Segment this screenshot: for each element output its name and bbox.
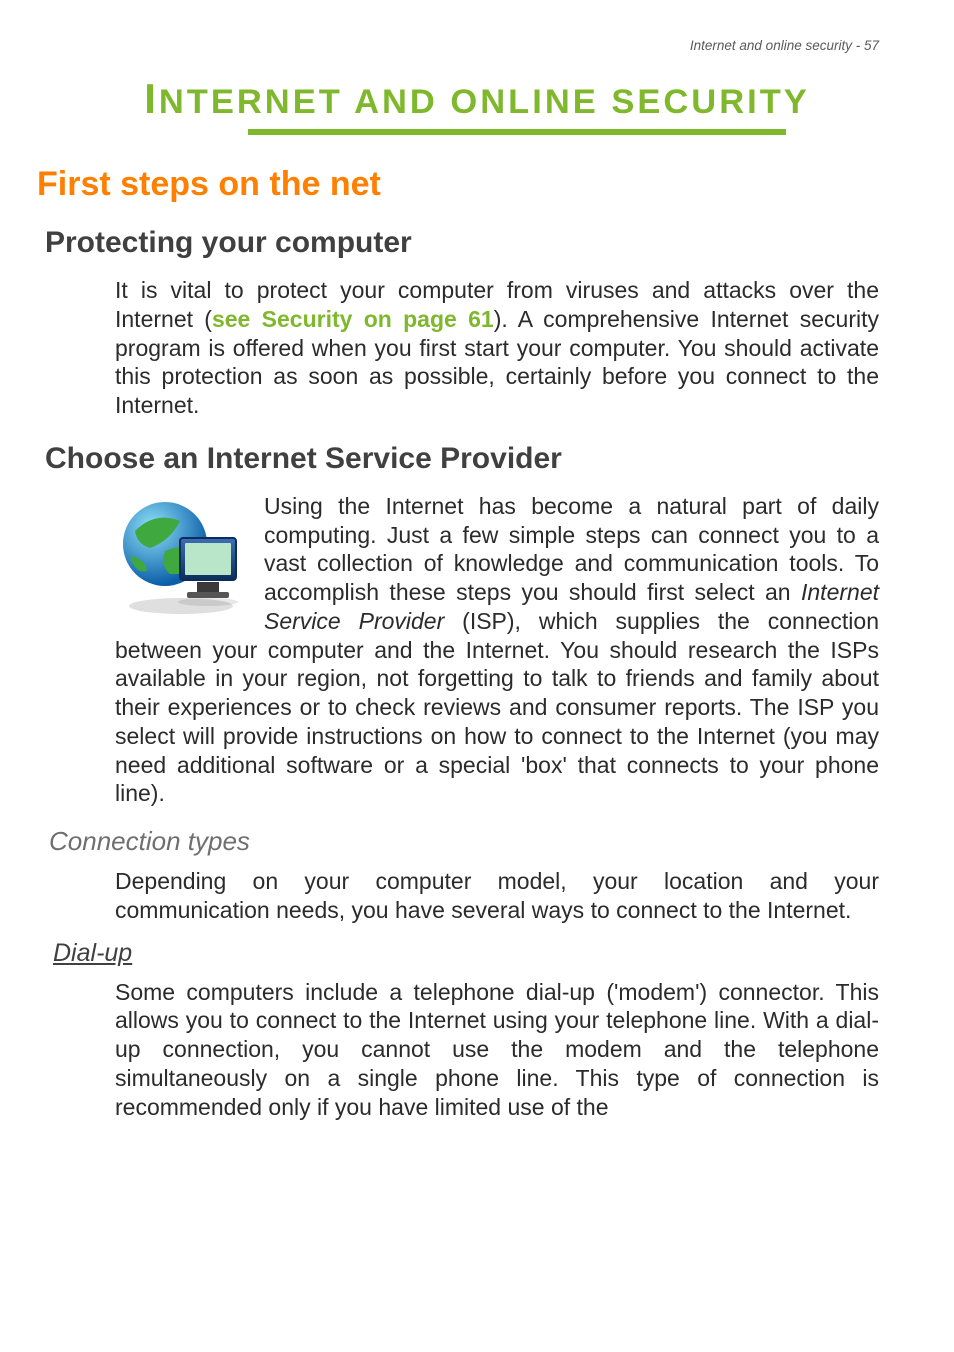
link-see-security[interactable]: see Security on page 61 <box>212 306 494 332</box>
paragraph-connection-types: Depending on your computer model, your l… <box>115 867 879 925</box>
paragraph-protecting: It is vital to protect your computer fro… <box>115 276 879 420</box>
heading-connection-types: Connection types <box>49 826 879 857</box>
running-header: Internet and online security - 57 <box>75 38 879 53</box>
chapter-title-initial: I <box>144 75 159 122</box>
heading-choose-isp: Choose an Internet Service Provider <box>45 442 879 476</box>
chapter-title: INTERNET AND ONLINE SECURITY <box>75 75 879 123</box>
text: Using the Internet has become a natural … <box>264 493 879 605</box>
paragraph-dialup: Some computers include a telephone dial-… <box>115 978 879 1122</box>
paragraph-choose-isp: Using the Internet has become a natural … <box>115 492 879 808</box>
heading-dialup: Dial-up <box>53 939 879 968</box>
heading-protecting: Protecting your computer <box>45 226 879 260</box>
text: (ISP), which supplies the connection bet… <box>115 608 879 807</box>
heading-first-steps: First steps on the net <box>37 165 879 204</box>
globe-monitor-icon <box>115 496 248 616</box>
chapter-rule <box>248 129 786 135</box>
chapter-title-rest: NTERNET AND ONLINE SECURITY <box>159 83 810 121</box>
